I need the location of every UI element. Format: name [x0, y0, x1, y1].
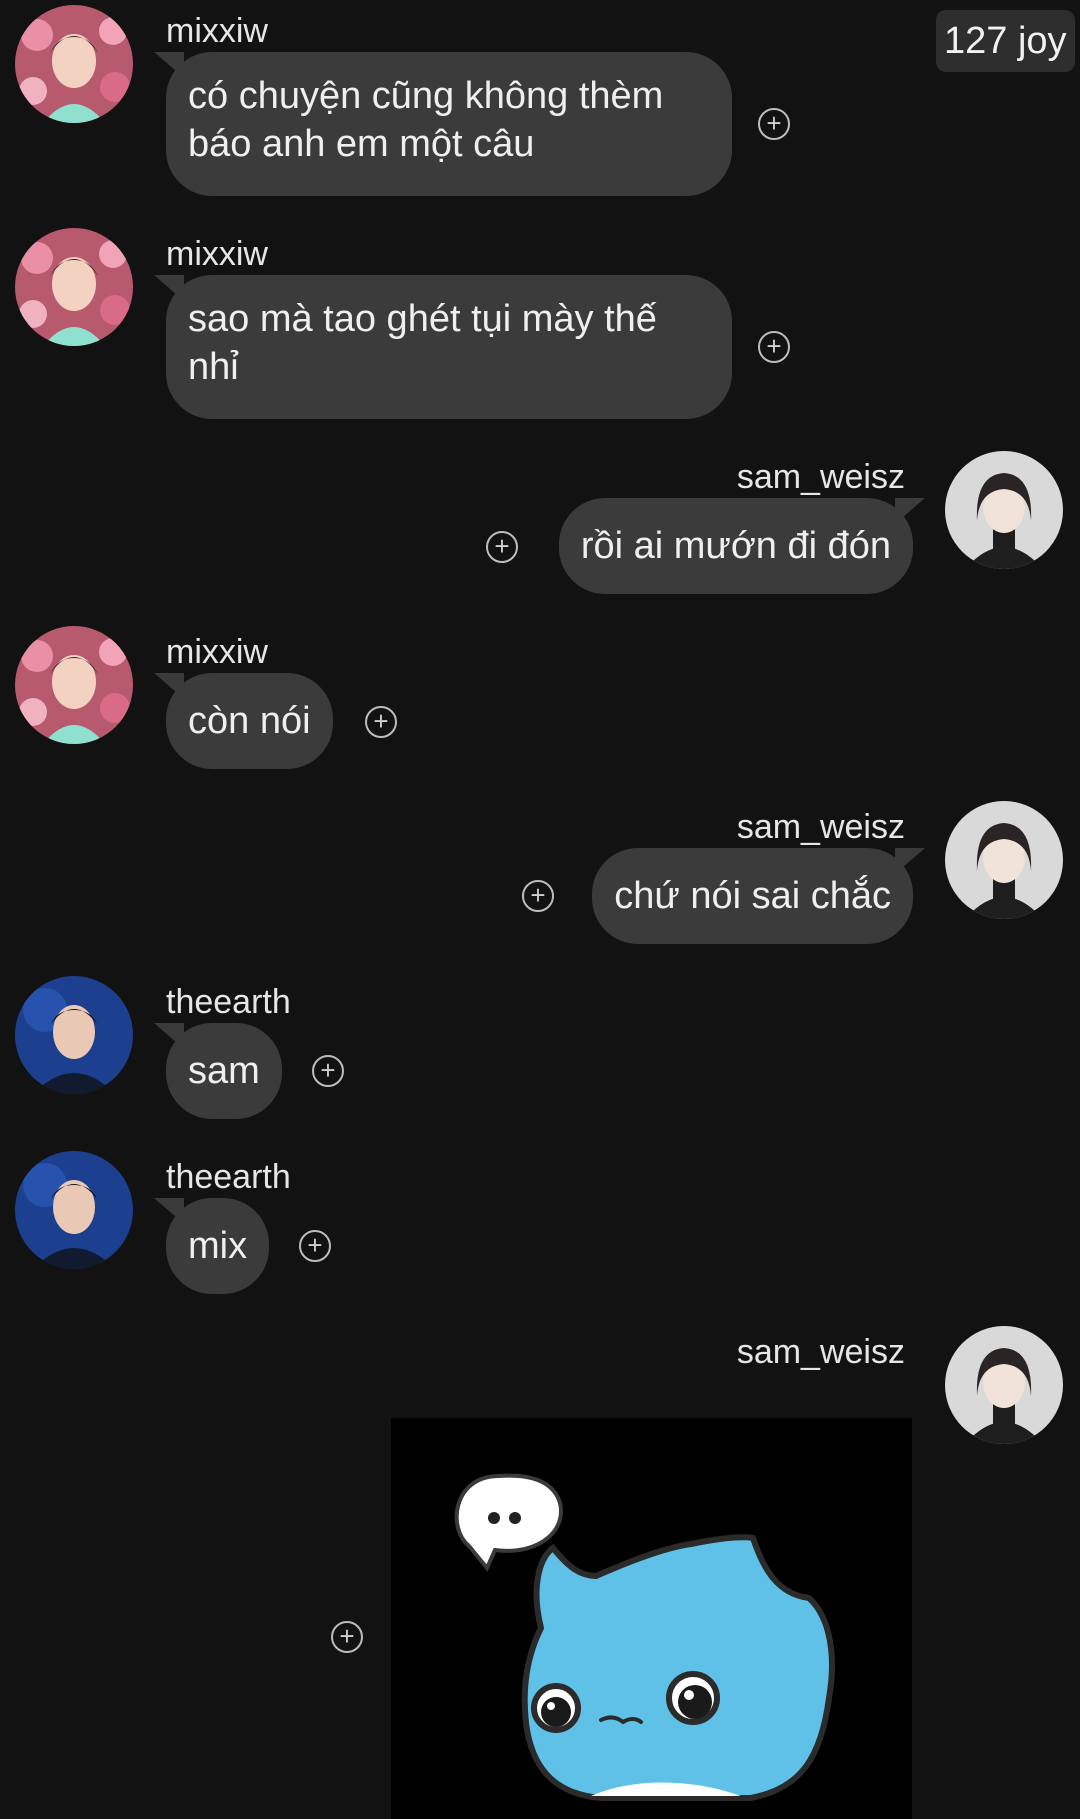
sender-name: sam_weisz	[736, 458, 905, 496]
plus-circle-icon[interactable]: +	[758, 108, 790, 140]
sender-name: sam_weisz	[736, 808, 905, 846]
sender-name: mixxiw	[166, 235, 268, 273]
blue-cat-sticker[interactable]	[391, 1418, 912, 1819]
plus-circle-icon[interactable]: +	[331, 1621, 363, 1653]
plus-circle-icon[interactable]: +	[486, 531, 518, 563]
message-text: mix	[188, 1225, 248, 1267]
avatar-theearth[interactable]	[15, 1151, 133, 1269]
message-bubble[interactable]: có chuyện cũng không thèm báo anh em một…	[166, 52, 732, 196]
message-text: rồi ai mướn đi đón	[580, 525, 891, 567]
plus-circle-icon[interactable]: +	[365, 706, 397, 738]
message-bubble[interactable]: chứ nói sai chắc	[592, 848, 913, 944]
message-bubble[interactable]: sao mà tao ghét tụi mày thế nhỉ	[166, 275, 732, 419]
plus-circle-icon[interactable]: +	[758, 331, 790, 363]
message-bubble[interactable]: mix	[166, 1198, 270, 1294]
message-text: sao mà tao ghét tụi mày thế nhỉ	[188, 298, 657, 388]
sender-name: sam_weisz	[736, 1333, 905, 1371]
avatar-sam_weisz[interactable]	[945, 451, 1063, 569]
sender-name: theearth	[166, 1158, 291, 1196]
avatar-mixxiw[interactable]	[15, 228, 133, 346]
avatar-mixxiw[interactable]	[15, 5, 133, 123]
message-bubble[interactable]: sam	[166, 1023, 282, 1119]
plus-circle-icon[interactable]: +	[522, 880, 554, 912]
message-text: sam	[188, 1050, 260, 1092]
plus-circle-icon[interactable]: +	[299, 1230, 331, 1262]
sender-name: mixxiw	[166, 12, 268, 50]
sender-name: mixxiw	[166, 633, 268, 671]
message-text: chứ nói sai chắc	[614, 875, 891, 917]
message-bubble[interactable]: rồi ai mướn đi đón	[558, 498, 913, 594]
joy-counter: 127 joy	[936, 10, 1075, 72]
sender-name: theearth	[166, 983, 291, 1021]
avatar-theearth[interactable]	[15, 976, 133, 1094]
plus-circle-icon[interactable]: +	[312, 1055, 344, 1087]
avatar-mixxiw[interactable]	[15, 626, 133, 744]
message-text: còn nói	[188, 700, 311, 742]
message-bubble[interactable]: còn nói	[166, 673, 333, 769]
avatar-sam_weisz[interactable]	[945, 1326, 1063, 1444]
message-text: có chuyện cũng không thèm báo anh em một…	[188, 75, 664, 165]
avatar-sam_weisz[interactable]	[945, 801, 1063, 919]
